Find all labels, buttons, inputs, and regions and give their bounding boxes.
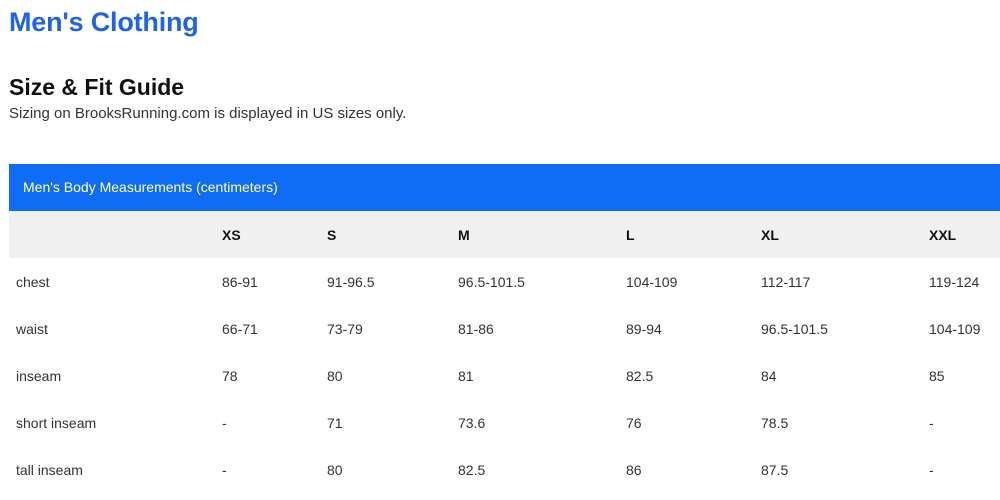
table-cell: 84 [761, 367, 777, 384]
size-header-row: XS S M L XL XXL [9, 211, 1000, 258]
table-cell: 87.5 [761, 461, 789, 478]
table-caption: Men's Body Measurements (centimeters) [9, 164, 1000, 211]
row-label: waist [16, 320, 48, 337]
table-cell: 89-94 [626, 320, 662, 337]
measurements-table: XS S M L XL XXL chest 86-91 91-96.5 96.5… [9, 211, 1000, 493]
column-header-xs: XS [222, 226, 241, 243]
table-cell: - [222, 461, 227, 478]
column-header-xxl: XXL [929, 226, 957, 243]
column-header-m: M [458, 226, 470, 243]
table-cell: 104-109 [929, 320, 981, 337]
page-title: Men's Clothing [9, 7, 199, 37]
table-cell: 96.5-101.5 [761, 320, 828, 337]
table-cell: 80 [327, 367, 343, 384]
table-cell: 73.6 [458, 414, 486, 431]
table-cell: 81 [458, 367, 474, 384]
table-cell: 85 [929, 367, 945, 384]
table-cell: 80 [327, 461, 343, 478]
size-guide-subtitle: Sizing on BrooksRunning.com is displayed… [9, 105, 407, 122]
table-cell: 112-117 [761, 273, 811, 290]
table-cell: 82.5 [626, 367, 654, 384]
table-cell: 96.5-101.5 [458, 273, 525, 290]
table-row-inseam: inseam 78 80 81 82.5 84 85 [9, 352, 1000, 399]
table-cell: 104-109 [626, 273, 678, 290]
table-row-waist: waist 66-71 73-79 81-86 89-94 96.5-101.5… [9, 305, 1000, 352]
table-row-chest: chest 86-91 91-96.5 96.5-101.5 104-109 1… [9, 258, 1000, 305]
table-cell: - [222, 414, 227, 431]
row-label: short inseam [16, 414, 97, 431]
table-cell: 82.5 [458, 461, 486, 478]
table-row-tall-inseam: tall inseam - 80 82.5 86 87.5 - [9, 446, 1000, 493]
table-cell: 86-91 [222, 273, 258, 290]
row-label: chest [16, 273, 50, 290]
table-cell: 81-86 [458, 320, 494, 337]
table-cell: 119-124 [929, 273, 980, 290]
table-cell: 91-96.5 [327, 273, 375, 290]
column-header-s: S [327, 226, 337, 243]
table-cell: 86 [626, 461, 642, 478]
row-label: inseam [16, 367, 62, 384]
table-cell: 78.5 [761, 414, 789, 431]
row-label: tall inseam [16, 461, 83, 478]
column-header-empty [9, 211, 222, 258]
table-cell: 76 [626, 414, 642, 431]
table-cell: 66-71 [222, 320, 258, 337]
table-cell: - [929, 414, 934, 431]
column-header-xl: XL [761, 226, 779, 243]
table-cell: 71 [327, 414, 343, 431]
page: Men's Clothing Size & Fit Guide Sizing o… [0, 0, 1000, 500]
column-header-l: L [626, 226, 635, 243]
table-cell: 73-79 [327, 320, 363, 337]
table-cell: - [929, 461, 934, 478]
table-cell: 78 [222, 367, 238, 384]
measurements-table-container: Men's Body Measurements (centimeters) XS… [9, 164, 1000, 493]
size-guide-title: Size & Fit Guide [9, 74, 185, 100]
table-row-short-inseam: short inseam - 71 73.6 76 78.5 - [9, 399, 1000, 446]
